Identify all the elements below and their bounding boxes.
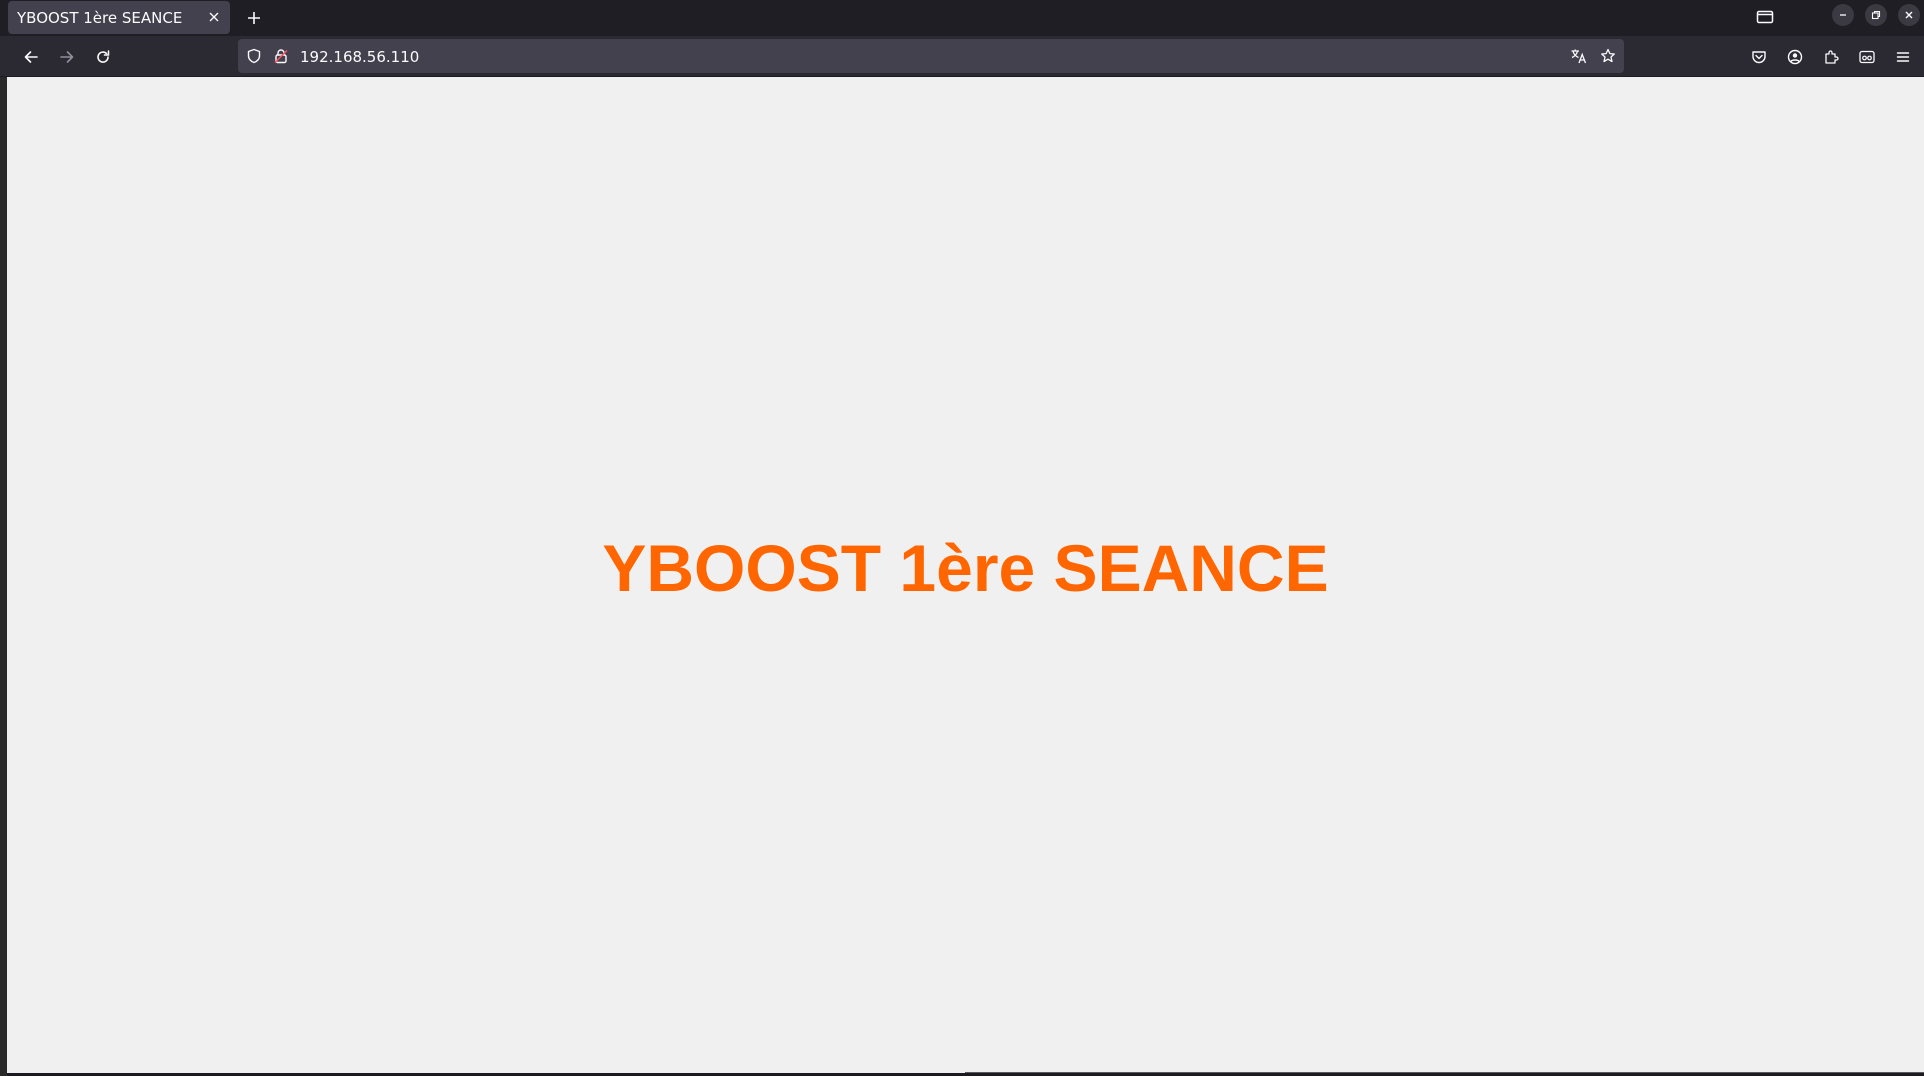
account-icon[interactable] — [1780, 42, 1810, 72]
private-browsing-mask-icon[interactable] — [1852, 42, 1882, 72]
page-content: YBOOST 1ère SEANCE — [7, 77, 1924, 1073]
window-left-edge — [0, 77, 7, 1076]
translate-icon[interactable] — [1569, 46, 1589, 66]
url-text[interactable]: 192.168.56.110 — [300, 48, 419, 66]
extensions-puzzle-icon[interactable] — [1816, 42, 1846, 72]
back-button[interactable] — [16, 42, 46, 72]
tab-title: YBOOST 1ère SEANCE — [17, 9, 183, 27]
reload-button[interactable] — [88, 42, 118, 72]
tab-active[interactable]: YBOOST 1ère SEANCE — [8, 1, 230, 34]
bookmark-star-icon[interactable] — [1598, 46, 1618, 66]
pocket-icon[interactable] — [1744, 42, 1774, 72]
restore-window-button[interactable] — [1865, 4, 1887, 26]
browser-window: YBOOST 1ère SEANCE 192.168.56.110 YBOOST… — [0, 0, 1924, 1076]
page-heading: YBOOST 1ère SEANCE — [602, 531, 1329, 605]
new-tab-button[interactable] — [240, 4, 268, 32]
address-bar[interactable]: 192.168.56.110 — [238, 39, 1624, 73]
bottom-divider — [965, 1072, 1924, 1073]
insecure-lock-icon[interactable] — [271, 46, 291, 66]
close-tab-icon[interactable] — [204, 7, 224, 27]
hamburger-menu-icon[interactable] — [1888, 42, 1918, 72]
navigation-toolbar: 192.168.56.110 — [0, 36, 1924, 76]
tab-strip: YBOOST 1ère SEANCE — [0, 0, 1924, 36]
forward-button[interactable] — [52, 42, 82, 72]
list-all-tabs-icon[interactable] — [1752, 4, 1778, 30]
tracking-protection-shield-icon[interactable] — [244, 46, 264, 66]
minimize-window-button[interactable] — [1832, 4, 1854, 26]
close-window-button[interactable] — [1898, 4, 1920, 26]
